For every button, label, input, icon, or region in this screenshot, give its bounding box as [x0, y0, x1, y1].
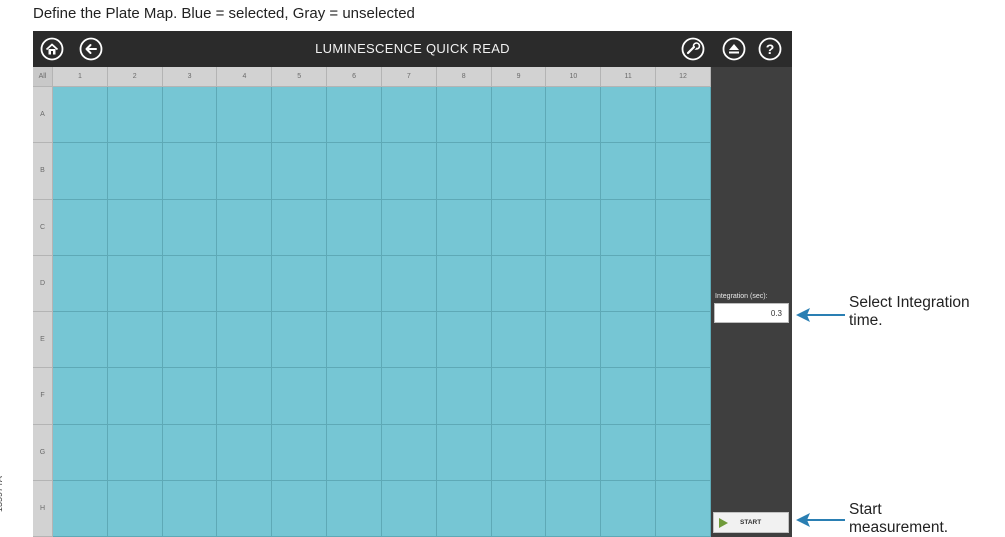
integration-arrow: [796, 308, 845, 322]
start-arrow: [796, 513, 845, 527]
callout-arrows: [796, 308, 845, 527]
start-callout: Start measurement.: [849, 501, 949, 536]
integration-callout: Select Integration time.: [849, 294, 970, 329]
